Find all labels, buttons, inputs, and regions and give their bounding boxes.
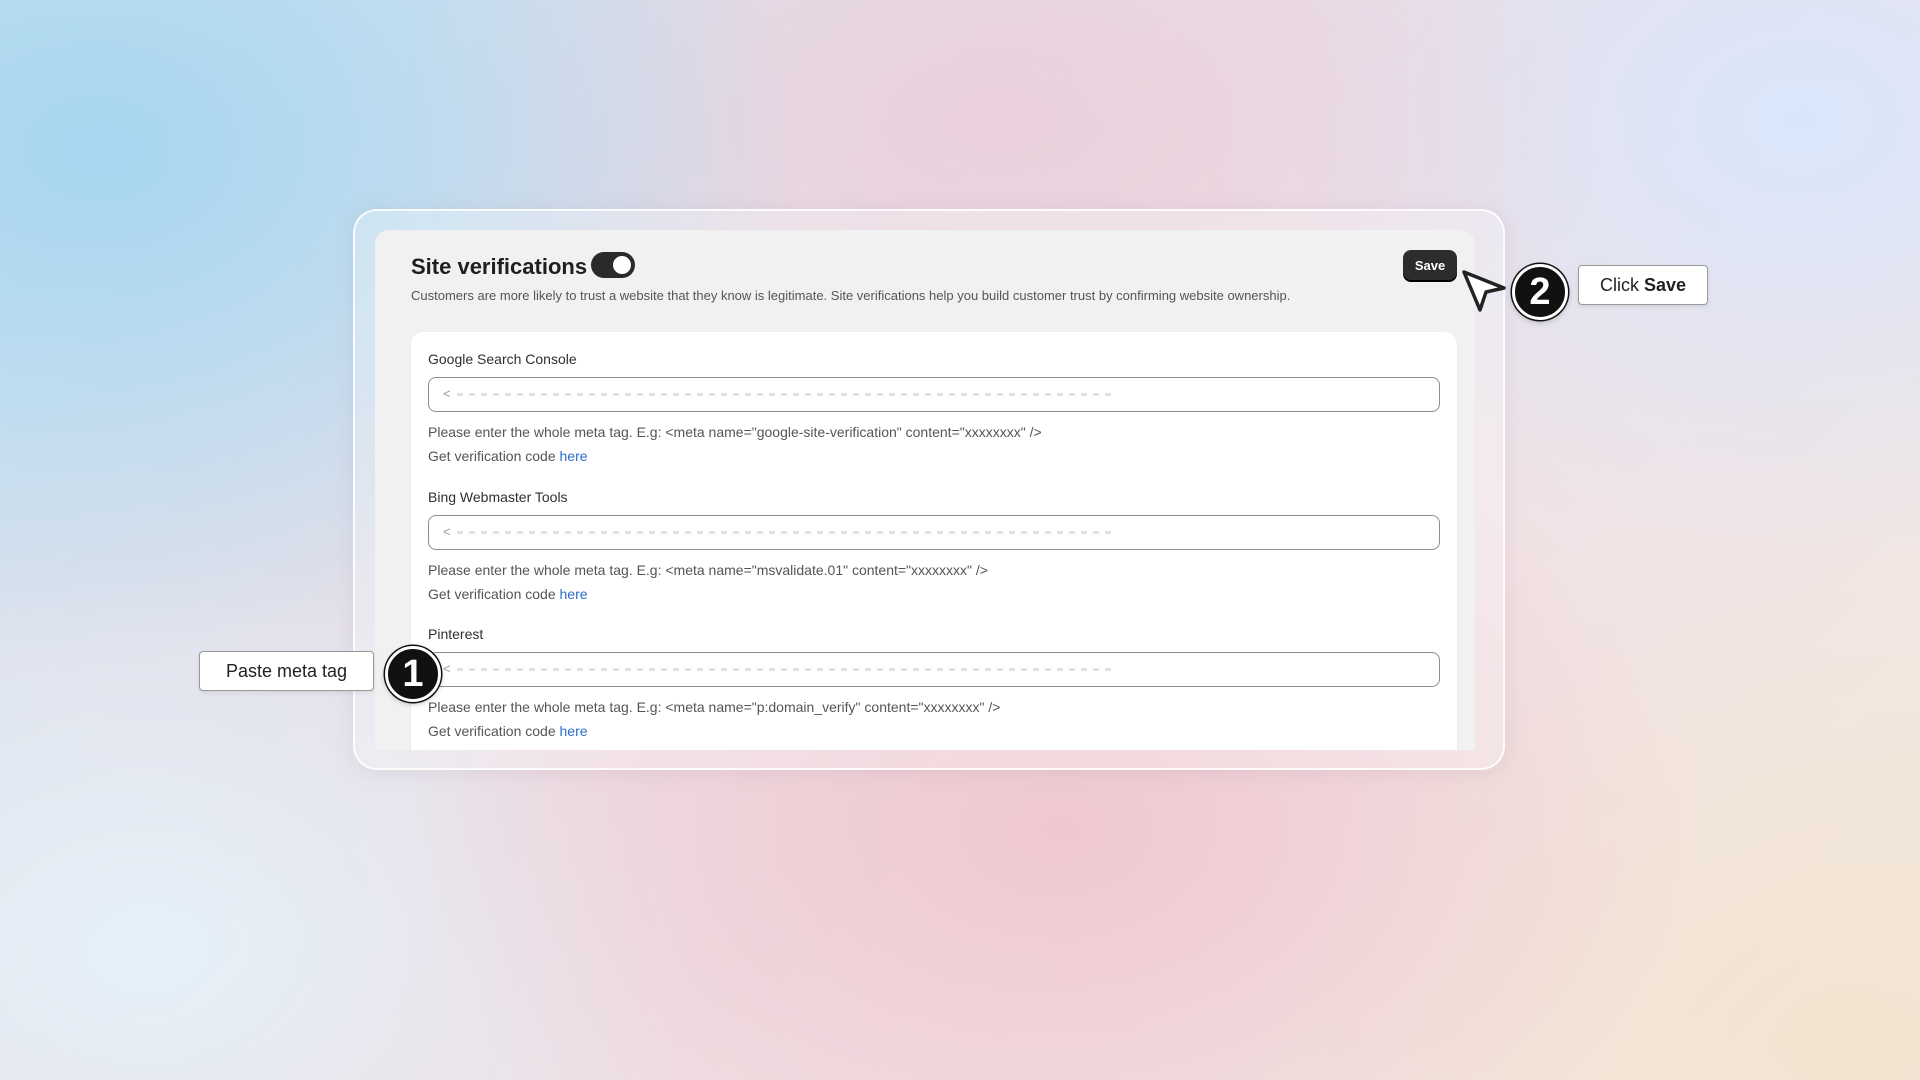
pinterest-code-link[interactable]: here bbox=[560, 723, 588, 739]
step-2-label-prefix: Click bbox=[1599, 274, 1639, 295]
google-search-console-section: Google Search Console < Please enter the… bbox=[428, 349, 1440, 465]
pinterest-code-line: Get verification code here bbox=[428, 722, 1440, 740]
google-code-line: Get verification code here bbox=[428, 447, 1440, 465]
site-verifications-toggle[interactable] bbox=[591, 252, 635, 278]
google-hint: Please enter the whole meta tag. E.g: <m… bbox=[428, 424, 1042, 440]
step-1-label: Paste meta tag bbox=[225, 660, 348, 681]
bing-webmaster-tools-label: Bing Webmaster Tools bbox=[428, 489, 568, 505]
page-title: Site verifications bbox=[411, 254, 588, 279]
bing-input-value: < bbox=[443, 524, 451, 539]
step-2-label-bold: Save bbox=[1643, 274, 1687, 295]
google-code-prefix: Get verification code bbox=[428, 448, 556, 464]
redacted-value bbox=[457, 393, 1117, 396]
save-button[interactable]: Save bbox=[1403, 250, 1457, 280]
bing-webmaster-tools-section: Bing Webmaster Tools < Please enter the … bbox=[428, 487, 1440, 603]
bing-code-link[interactable]: here bbox=[560, 586, 588, 602]
google-search-console-input[interactable]: < bbox=[428, 377, 1440, 412]
step-2-callout: Click Save bbox=[1578, 265, 1708, 305]
bing-code-prefix: Get verification code bbox=[428, 586, 556, 602]
pinterest-input-value: < bbox=[443, 661, 451, 676]
step-1-badge: 1 bbox=[385, 646, 441, 702]
pinterest-hint: Please enter the whole meta tag. E.g: <m… bbox=[428, 699, 1001, 715]
pointer-cursor-icon bbox=[1462, 270, 1506, 312]
site-verifications-panel: Site verifications Customers are more li… bbox=[375, 230, 1475, 750]
verification-card: Google Search Console < Please enter the… bbox=[411, 332, 1457, 750]
bing-code-line: Get verification code here bbox=[428, 585, 1440, 603]
panel-description: Customers are more likely to trust a web… bbox=[411, 288, 1291, 303]
pinterest-code-prefix: Get verification code bbox=[428, 723, 556, 739]
step-1-callout: Paste meta tag bbox=[199, 651, 374, 691]
google-input-value: < bbox=[443, 386, 451, 401]
google-code-link[interactable]: here bbox=[560, 448, 588, 464]
redacted-value bbox=[457, 531, 1117, 534]
pinterest-input[interactable]: < bbox=[428, 652, 1440, 687]
pinterest-section: Pinterest < Please enter the whole meta … bbox=[428, 624, 1440, 740]
bing-webmaster-tools-input[interactable]: < bbox=[428, 515, 1440, 550]
pinterest-label: Pinterest bbox=[428, 626, 484, 642]
google-search-console-label: Google Search Console bbox=[428, 351, 577, 367]
bing-hint: Please enter the whole meta tag. E.g: <m… bbox=[428, 562, 988, 578]
toggle-knob bbox=[613, 256, 631, 274]
redacted-value bbox=[457, 668, 1117, 671]
step-2-badge: 2 bbox=[1512, 264, 1568, 320]
